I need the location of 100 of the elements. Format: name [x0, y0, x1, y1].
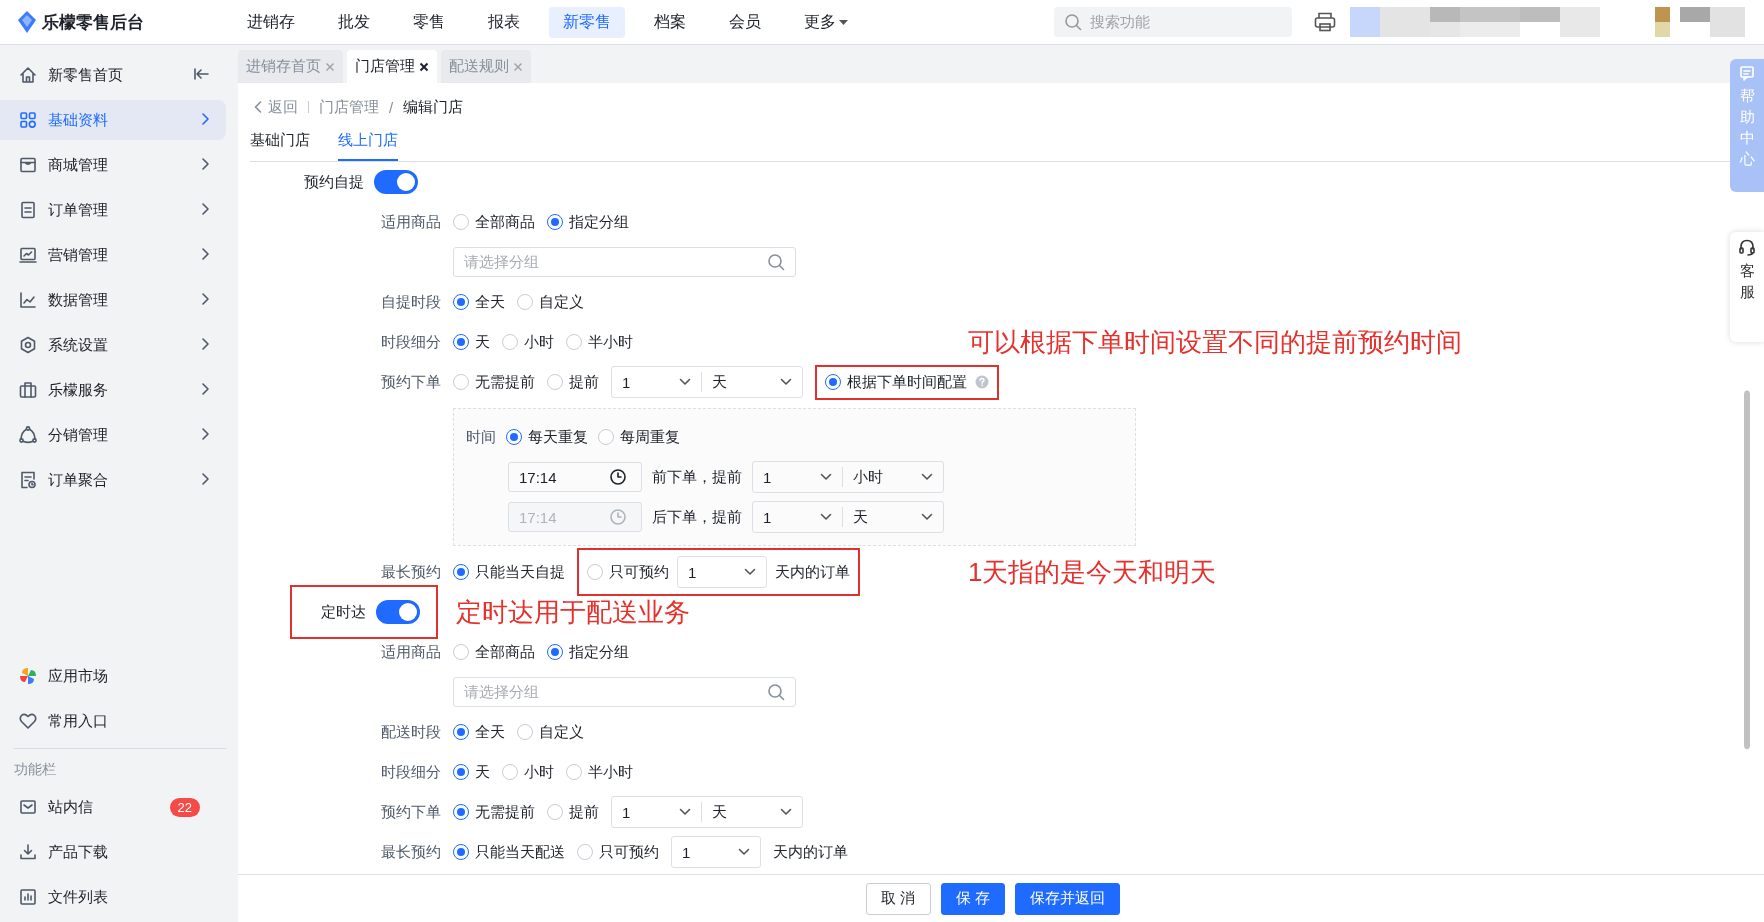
radio-option[interactable]: 全天: [453, 722, 505, 742]
store-tab[interactable]: 线上门店: [338, 131, 398, 161]
radio-option[interactable]: 只能当天配送: [453, 842, 565, 862]
dropdown[interactable]: 1: [612, 802, 702, 822]
radio-option[interactable]: 只能当天自提: [453, 562, 565, 582]
sidebar-item[interactable]: 产品下载: [0, 832, 226, 872]
nav-tab[interactable]: 进销存: [233, 6, 309, 38]
caret-icon: [921, 473, 933, 481]
store-tab[interactable]: 基础门店: [250, 131, 310, 161]
printer-icon[interactable]: [1314, 12, 1336, 32]
sidebar-item[interactable]: 订单管理: [0, 190, 226, 230]
sidebar-item[interactable]: 乐檬服务: [0, 370, 226, 410]
nav-tab[interactable]: 新零售: [549, 6, 625, 38]
nav-tab[interactable]: 档案: [640, 6, 700, 38]
radio-option[interactable]: 指定分组: [547, 212, 629, 232]
radio-option[interactable]: 小时: [502, 762, 554, 782]
radio-option[interactable]: 小时: [502, 332, 554, 352]
sidebar-item[interactable]: 文件列表: [0, 877, 226, 917]
dropdown[interactable]: 1: [753, 467, 843, 487]
app-title: 乐檬零售后台: [42, 11, 144, 34]
nav-tab[interactable]: 零售: [399, 6, 459, 38]
clock-icon: [609, 468, 627, 486]
document-icon: [18, 200, 38, 220]
radio-option[interactable]: 全天: [453, 292, 505, 312]
share-icon: [18, 425, 38, 445]
radio-option[interactable]: 天: [453, 332, 490, 352]
radio-option[interactable]: 只可预约: [587, 562, 669, 582]
nav-tab[interactable]: 报表: [474, 6, 534, 38]
radio-option[interactable]: 无需提前: [453, 802, 535, 822]
dropdown[interactable]: 1: [671, 836, 761, 868]
dropdown[interactable]: 1: [677, 556, 767, 588]
page-tab[interactable]: 门店管理: [347, 50, 437, 83]
radio-option[interactable]: 自定义: [517, 292, 584, 312]
radio-option[interactable]: 无需提前: [453, 372, 535, 392]
chat-icon: [1739, 65, 1755, 81]
download-icon: [18, 842, 38, 862]
bar-chart-icon: [18, 887, 38, 907]
field-label: 时段细分: [380, 332, 442, 352]
file-clock-icon: [18, 470, 38, 490]
field-label: 预约下单: [380, 802, 442, 822]
field-text: 天内的订单: [775, 562, 850, 582]
search-icon: [767, 683, 785, 701]
radio-option[interactable]: 全部商品: [453, 642, 535, 662]
search-icon: [1064, 13, 1082, 31]
nav-tab[interactable]: 会员: [715, 6, 775, 38]
dropdown[interactable]: 天: [702, 367, 802, 397]
sidebar-item[interactable]: 分销管理: [0, 415, 226, 455]
dropdown[interactable]: 1: [612, 372, 702, 392]
caret-icon: [820, 473, 832, 481]
radio-option[interactable]: 根据下单时间配置: [825, 372, 967, 392]
radio-option[interactable]: 指定分组: [547, 642, 629, 662]
primary-button[interactable]: 保存并返回: [1014, 882, 1120, 915]
toggle-switch[interactable]: [376, 600, 420, 624]
sidebar-item[interactable]: 基础资料: [0, 100, 226, 140]
cancel-button[interactable]: 取 消: [866, 882, 931, 915]
field-label: 最长预约: [380, 842, 442, 862]
sidebar-item[interactable]: 常用入口: [0, 701, 226, 741]
sidebar-item[interactable]: 数据管理: [0, 280, 226, 320]
heart-icon: [18, 711, 38, 731]
sidebar-item[interactable]: 应用市场: [0, 656, 226, 696]
time-field[interactable]: 17:14: [508, 462, 642, 492]
field-text: 后下单，提前: [652, 507, 742, 527]
radio-option[interactable]: 天: [453, 762, 490, 782]
sidebar-item[interactable]: 订单聚合: [0, 460, 226, 500]
radio-option[interactable]: 每天重复: [506, 427, 588, 447]
sidebar-item[interactable]: 商城管理: [0, 145, 226, 185]
chevron-left-icon: [254, 101, 262, 113]
radio-option[interactable]: 提前: [547, 372, 599, 392]
radio-option[interactable]: 每周重复: [598, 427, 680, 447]
toggle-switch[interactable]: [374, 170, 418, 194]
dropdown[interactable]: 天: [843, 502, 943, 532]
breadcrumb-item: 编辑门店: [403, 97, 464, 117]
caret-icon: [744, 568, 756, 576]
radio-option[interactable]: 全部商品: [453, 212, 535, 232]
mail-icon: [18, 797, 38, 817]
radio-option[interactable]: 提前: [547, 802, 599, 822]
field-label: 最长预约: [380, 562, 442, 582]
sidebar-item[interactable]: 系统设置: [0, 325, 226, 365]
sidebar-item[interactable]: 营销管理: [0, 235, 226, 275]
line-chart-icon: [18, 290, 38, 310]
sidebar-item[interactable]: 站内信 22: [0, 787, 226, 827]
customer-service-tab[interactable]: 客服: [1730, 232, 1764, 342]
nav-tab[interactable]: 更多: [790, 6, 862, 38]
hexagon-icon: [18, 335, 38, 355]
field-text: 天内的订单: [773, 842, 848, 862]
radio-option[interactable]: 半小时: [566, 762, 633, 782]
annotation-text: 定时达用于配送业务: [456, 595, 690, 629]
dropdown[interactable]: 小时: [843, 462, 943, 492]
radio-option[interactable]: 只可预约: [577, 842, 659, 862]
headset-icon: [1738, 238, 1756, 256]
nav-tab[interactable]: 批发: [324, 6, 384, 38]
dropdown[interactable]: 1: [753, 507, 843, 527]
radio-option[interactable]: 半小时: [566, 332, 633, 352]
radio-option[interactable]: 自定义: [517, 722, 584, 742]
caret-icon: [679, 808, 691, 816]
close-icon[interactable]: [419, 61, 429, 72]
primary-button[interactable]: 保 存: [940, 882, 1005, 915]
field-label: 预约下单: [380, 372, 442, 392]
sidebar-item[interactable]: 新零售首页: [0, 55, 226, 95]
dropdown[interactable]: 天: [702, 797, 802, 827]
